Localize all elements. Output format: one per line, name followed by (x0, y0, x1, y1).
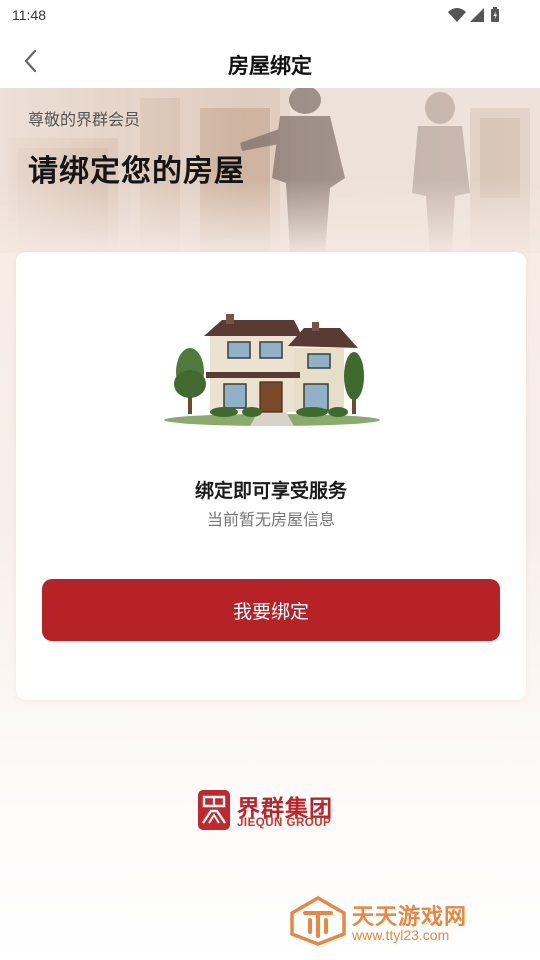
signal-icon (470, 8, 484, 22)
battery-icon (491, 7, 499, 22)
watermark-logo-icon (290, 896, 346, 946)
brand-name-en: JIEQUN GROUP (237, 817, 332, 829)
wifi-icon (448, 8, 466, 22)
card-subtitle: 当前暂无房屋信息 (206, 510, 335, 529)
bind-house-button[interactable]: 我要绑定 (42, 579, 500, 641)
jiequn-logo-icon (198, 790, 230, 830)
status-bar: 11:48 (0, 0, 540, 32)
house-icon (164, 314, 380, 426)
app-header: 房屋绑定 (0, 32, 540, 88)
member-greeting: 尊敬的界群会员 (28, 110, 141, 129)
status-time: 11:48 (12, 7, 46, 23)
hero-headline: 请绑定您的房屋 (28, 154, 245, 189)
brand-logo: 界群集团 JIEQUN GROUP (197, 789, 357, 833)
card-title: 绑定即可享受服务 (194, 480, 347, 502)
bind-house-card: 绑定即可享受服务 当前暂无房屋信息 我要绑定 (16, 252, 526, 700)
page-title: 房屋绑定 (228, 54, 312, 78)
status-icons (446, 7, 506, 23)
watermark-url: www.ttyl23.com (352, 927, 450, 943)
watermark: 天天游戏网 www.ttyl23.com (290, 896, 520, 946)
